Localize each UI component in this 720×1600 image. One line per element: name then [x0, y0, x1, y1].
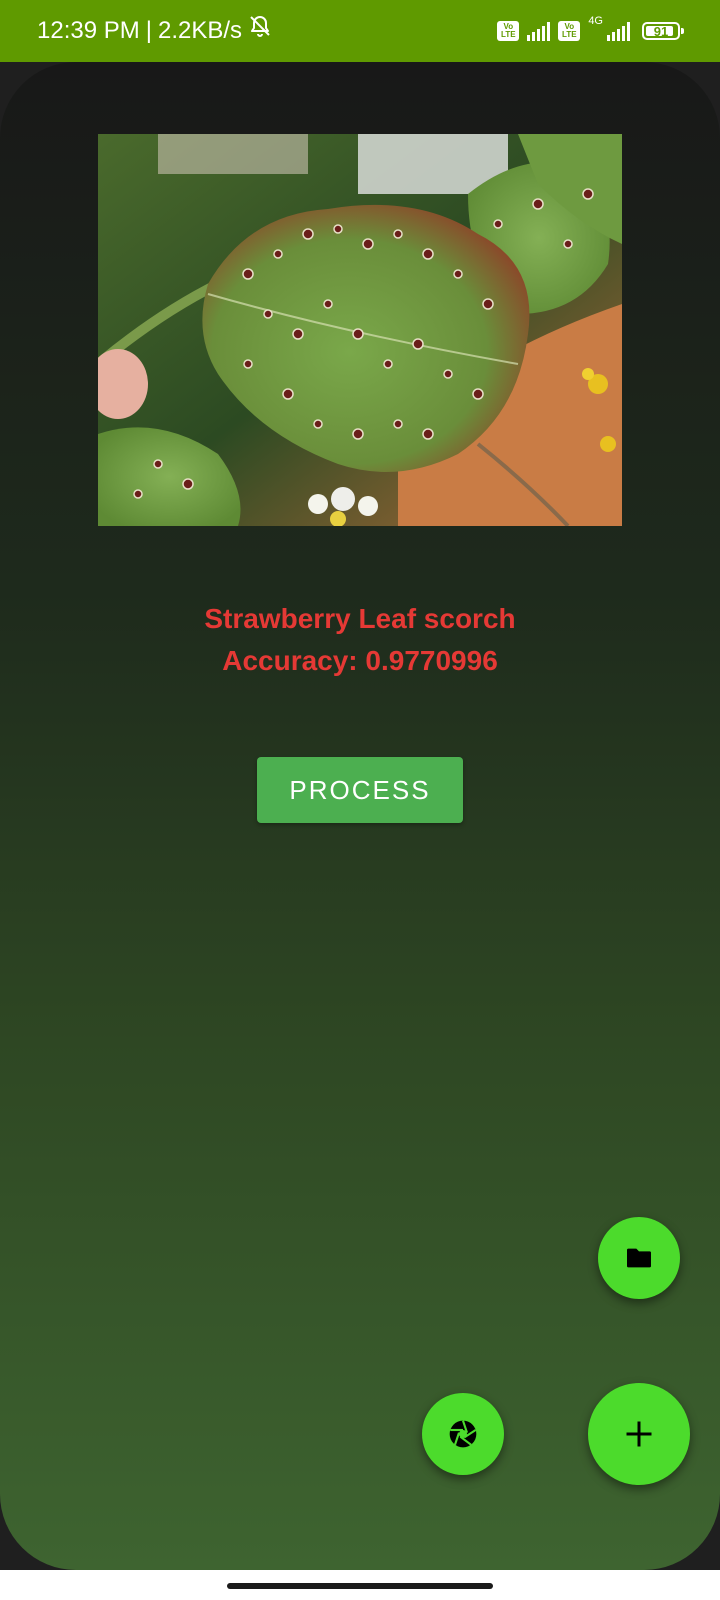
home-indicator[interactable]	[227, 1583, 493, 1589]
accuracy-label: Accuracy: 0.9770996	[222, 645, 498, 676]
status-time: 12:39 PM	[37, 17, 140, 44]
disease-label: Strawberry Leaf scorch	[204, 603, 516, 634]
leaf-image	[98, 134, 622, 526]
volte-icon: Vo LTE	[497, 21, 520, 41]
camera-shutter-icon	[449, 1420, 477, 1448]
signal-strength-icon-2	[607, 21, 630, 41]
status-net-speed: 2.2KB/s	[157, 17, 243, 44]
battery-level: 91	[653, 23, 669, 39]
strawberry-leaf-photo	[98, 134, 622, 526]
camera-button[interactable]	[422, 1393, 504, 1475]
signal-strength-icon	[527, 21, 551, 41]
folder-button[interactable]	[598, 1217, 680, 1299]
network-type: 4G	[588, 15, 603, 27]
add-button[interactable]	[588, 1383, 690, 1485]
process-button[interactable]: PROCESS	[257, 757, 463, 823]
nav-bar	[0, 1570, 720, 1600]
status-separator: |	[145, 17, 152, 44]
folder-icon	[627, 1248, 651, 1268]
status-left: 12:39 PM | 2.2KB/s	[37, 14, 272, 48]
status-right: Vo LTE Vo LTE 4G 91	[497, 14, 684, 48]
volte-bottom-text-2: LTE	[562, 30, 577, 39]
plus-icon	[626, 1421, 652, 1447]
volte-icon-2: Vo LTE	[558, 21, 581, 41]
status-bar: 12:39 PM | 2.2KB/s Vo LTE Vo LTE 4G 91	[0, 0, 720, 62]
app-panel: Strawberry Leaf scorch Accuracy: 0.97709…	[0, 62, 720, 1570]
battery-icon: 91	[642, 22, 684, 40]
notifications-muted-icon	[248, 14, 272, 48]
volte-bottom-text: LTE	[501, 30, 516, 39]
